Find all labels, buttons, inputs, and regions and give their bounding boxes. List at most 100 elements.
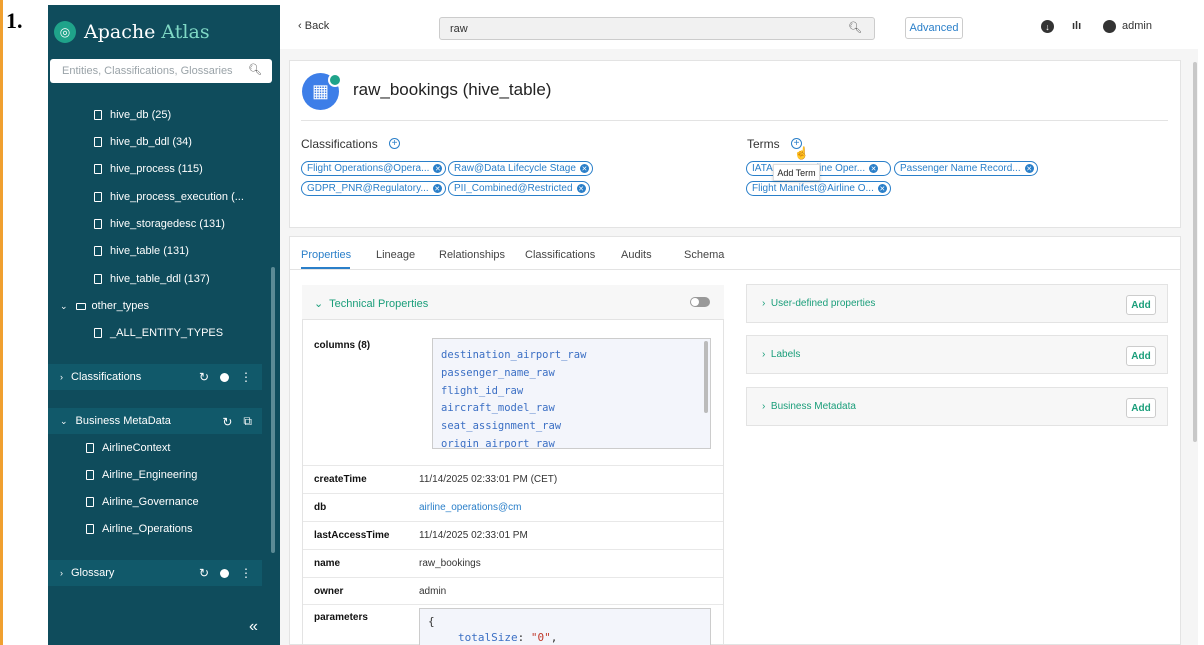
user-menu[interactable]: admin bbox=[1122, 20, 1152, 32]
document-icon bbox=[94, 328, 102, 338]
search-icon[interactable]: 🔍︎ bbox=[248, 63, 262, 76]
more-vertical-icon[interactable]: ⋮ bbox=[240, 566, 252, 580]
panel-title-label: Business Metadata bbox=[770, 401, 856, 412]
global-search-input[interactable] bbox=[440, 18, 840, 39]
add-classification-icon[interactable]: + bbox=[389, 138, 400, 149]
classifications-label: Classifications bbox=[301, 137, 378, 151]
divider bbox=[303, 577, 723, 578]
sidebar-scrollbar[interactable] bbox=[271, 267, 275, 553]
folder-icon bbox=[75, 302, 86, 310]
tab-audits[interactable]: Audits bbox=[621, 249, 652, 261]
tab-lineage[interactable]: Lineage bbox=[376, 249, 415, 261]
divider bbox=[303, 465, 723, 466]
tree-item-label: _ALL_ENTITY_TYPES bbox=[110, 327, 224, 339]
section-business-metadata[interactable]: ⌄ Business MetaData ↻ ⧉ bbox=[48, 408, 262, 434]
classification-tag[interactable]: Flight Operations@Opera... ✕ bbox=[301, 161, 447, 176]
column-link[interactable]: seat_assignment_raw bbox=[433, 418, 586, 436]
remove-tag-icon[interactable]: ✕ bbox=[869, 164, 879, 173]
toggle-icon[interactable] bbox=[220, 372, 229, 382]
column-link[interactable]: destination_airport_raw bbox=[433, 347, 586, 365]
tree-item-all-entity-types[interactable]: _ALL_ENTITY_TYPES bbox=[94, 327, 223, 339]
refresh-icon[interactable]: ↻ bbox=[199, 370, 209, 384]
panel-title[interactable]: › User-defined properties bbox=[762, 298, 875, 309]
tab-properties[interactable]: Properties bbox=[301, 249, 351, 261]
classification-tag[interactable]: PII_Combined@Restricted ✕ bbox=[448, 181, 590, 196]
classification-tag[interactable]: Raw@Data Lifecycle Stage ✕ bbox=[448, 161, 593, 176]
panel-title: Technical Properties bbox=[329, 298, 429, 310]
bm-item-airlinecontext[interactable]: AirlineContext bbox=[86, 442, 170, 454]
db-link[interactable]: airline_operations@cm bbox=[419, 502, 521, 513]
tag-label: IATA bbox=[752, 163, 773, 174]
back-button[interactable]: ‹ Back bbox=[298, 20, 329, 32]
property-value: 11/14/2025 02:33:01 PM (CET) bbox=[419, 474, 558, 485]
toggle-icon[interactable] bbox=[220, 568, 229, 578]
show-empty-values-toggle[interactable] bbox=[690, 297, 710, 307]
remove-tag-icon[interactable]: ✕ bbox=[877, 184, 887, 193]
remove-tag-icon[interactable]: ✕ bbox=[576, 184, 586, 193]
screenshot-frame: 1. ◎ Apache Atlas 🔍︎ hive_db (25) hive_d… bbox=[0, 0, 1204, 645]
tree-item-label: hive_process (115) bbox=[110, 163, 203, 175]
collapse-sidebar-icon[interactable]: « bbox=[249, 618, 258, 636]
columns-list-box[interactable]: destination_airport_raw passenger_name_r… bbox=[432, 338, 711, 449]
remove-tag-icon[interactable]: ✕ bbox=[1024, 164, 1034, 173]
term-tag[interactable]: Passenger Name Record... ✕ bbox=[894, 161, 1038, 176]
open-external-icon[interactable]: ⧉ bbox=[243, 414, 252, 429]
search-icon[interactable]: 🔍︎ bbox=[848, 21, 862, 34]
refresh-icon[interactable]: ↻ bbox=[222, 415, 232, 429]
section-classifications[interactable]: › Classifications ↻ ⋮ bbox=[48, 364, 262, 390]
document-icon bbox=[94, 110, 102, 120]
column-link[interactable]: passenger_name_raw bbox=[433, 365, 586, 383]
tree-item-hive-db-ddl[interactable]: hive_db_ddl (34) bbox=[94, 136, 192, 148]
user-defined-properties-panel[interactable]: › User-defined properties Add bbox=[746, 284, 1168, 323]
tree-item-hive-table[interactable]: hive_table (131) bbox=[94, 245, 189, 257]
property-value: 11/14/2025 02:33:01 PM bbox=[419, 530, 528, 541]
panel-title[interactable]: › Business Metadata bbox=[762, 401, 856, 412]
bm-item-airline-engineering[interactable]: Airline_Engineering bbox=[86, 469, 197, 481]
advanced-search-button[interactable]: Advanced bbox=[905, 17, 963, 39]
columns-scrollbar[interactable] bbox=[704, 341, 708, 413]
remove-tag-icon[interactable]: ✕ bbox=[433, 164, 443, 173]
tree-item-hive-table-ddl[interactable]: hive_table_ddl (137) bbox=[94, 273, 210, 285]
parameters-box[interactable]: { totalSize: "0", bbox=[419, 608, 711, 645]
bm-item-airline-governance[interactable]: Airline_Governance bbox=[86, 496, 199, 508]
user-avatar-icon[interactable] bbox=[1103, 20, 1116, 33]
tree-item-hive-storagedesc[interactable]: hive_storagedesc (131) bbox=[94, 218, 225, 230]
top-header: ‹ Back 🔍︎ Advanced ↓ ılı admin bbox=[280, 5, 1198, 49]
tree-item-hive-process[interactable]: hive_process (115) bbox=[94, 163, 203, 175]
classification-tag[interactable]: GDPR_PNR@Regulatory... ✕ bbox=[301, 181, 446, 196]
remove-tag-icon[interactable]: ✕ bbox=[432, 184, 442, 193]
panel-title[interactable]: › Labels bbox=[762, 349, 800, 360]
sidebar-search-input[interactable] bbox=[50, 59, 245, 83]
tree-item-hive-db[interactable]: hive_db (25) bbox=[94, 109, 171, 121]
technical-properties-title[interactable]: ⌄ Technical Properties bbox=[314, 297, 428, 310]
app-logo[interactable]: ◎ Apache Atlas bbox=[54, 19, 210, 45]
column-link[interactable]: aircraft_model_raw bbox=[433, 400, 586, 418]
column-link[interactable]: origin_airport_raw bbox=[433, 436, 586, 448]
tab-schema[interactable]: Schema bbox=[684, 249, 724, 261]
section-glossary[interactable]: › Glossary ↻ ⋮ bbox=[48, 560, 262, 586]
term-tag[interactable]: Flight Manifest@Airline O... ✕ bbox=[746, 181, 891, 196]
tree-item-other-types[interactable]: ⌄ other_types bbox=[60, 300, 149, 312]
json-open-brace: { bbox=[428, 615, 435, 628]
tag-label: PII_Combined@Restricted bbox=[454, 183, 573, 194]
add-button[interactable]: Add bbox=[1126, 398, 1156, 418]
refresh-icon[interactable]: ↻ bbox=[199, 566, 209, 580]
remove-tag-icon[interactable]: ✕ bbox=[579, 164, 589, 173]
section-label: Classifications bbox=[71, 371, 142, 383]
more-vertical-icon[interactable]: ⋮ bbox=[240, 370, 252, 384]
divider bbox=[301, 120, 1168, 121]
tab-relationships[interactable]: Relationships bbox=[439, 249, 505, 261]
statistics-icon[interactable]: ılı bbox=[1072, 20, 1081, 32]
tree-item-hive-process-execution[interactable]: hive_process_execution (... bbox=[94, 191, 244, 203]
business-metadata-panel[interactable]: › Business Metadata Add bbox=[746, 387, 1168, 426]
add-button[interactable]: Add bbox=[1126, 295, 1156, 315]
bm-item-airline-operations[interactable]: Airline_Operations bbox=[86, 523, 193, 535]
tag-label: GDPR_PNR@Regulatory... bbox=[307, 183, 429, 194]
labels-panel[interactable]: › Labels Add bbox=[746, 335, 1168, 374]
add-button[interactable]: Add bbox=[1126, 346, 1156, 366]
main-scrollbar[interactable] bbox=[1193, 62, 1197, 442]
tab-classifications[interactable]: Classifications bbox=[525, 249, 595, 261]
column-link[interactable]: flight_id_raw bbox=[433, 383, 586, 401]
download-icon[interactable]: ↓ bbox=[1041, 20, 1054, 33]
app-logo-accent: Atlas bbox=[161, 21, 210, 43]
